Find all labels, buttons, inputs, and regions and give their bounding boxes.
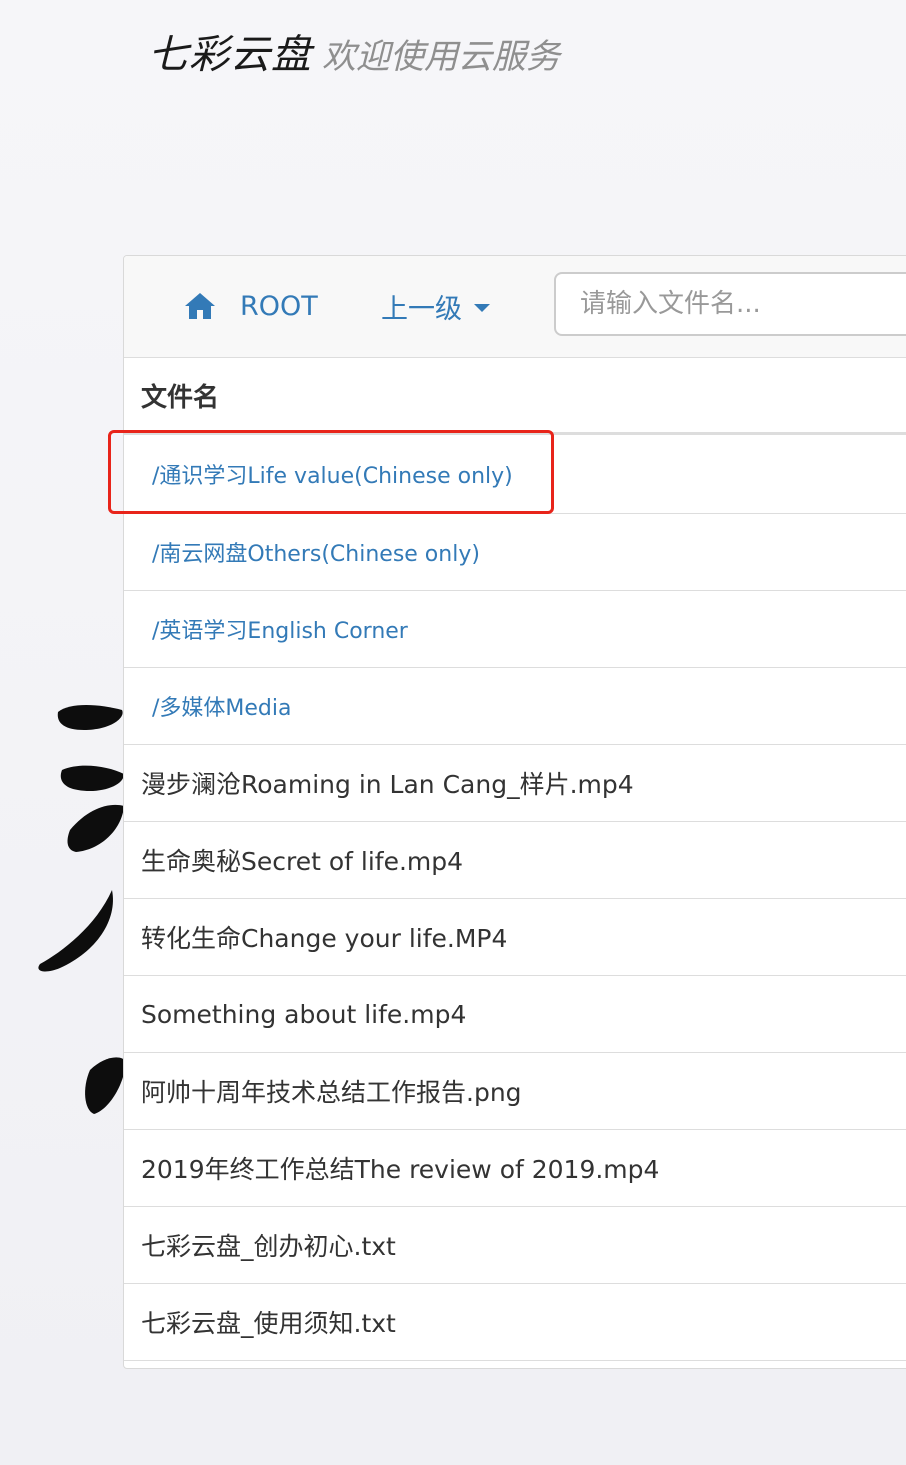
file-row[interactable]: 漫步澜沧Roaming in Lan Cang_样片.mp4	[124, 745, 906, 822]
site-header: 七彩云盘 欢迎使用云服务	[148, 22, 560, 80]
file-row[interactable]: 2019年终工作总结The review of 2019.mp4	[124, 1130, 906, 1207]
chevron-down-icon	[474, 304, 490, 312]
parent-folder-label: 上一级	[381, 293, 462, 325]
brand-tagline: 欢迎使用云服务	[322, 37, 560, 77]
folder-row[interactable]: /多媒体Media	[124, 668, 906, 745]
folder-row[interactable]: /通识学习Life value(Chinese only)	[124, 435, 906, 514]
home-icon	[185, 293, 215, 319]
root-button[interactable]: ROOT	[184, 286, 318, 326]
file-row[interactable]: 生命奥秘Secret of life.mp4	[124, 822, 906, 899]
root-label: ROOT	[240, 290, 318, 322]
file-row[interactable]: Something about life.mp4	[124, 976, 906, 1053]
folder-row[interactable]: /英语学习English Corner	[124, 591, 906, 668]
file-row[interactable]: 七彩云盘_创办初心.txt	[124, 1207, 906, 1284]
file-row[interactable]: 七彩云盘_使用须知.txt	[124, 1284, 906, 1361]
toolbar: ROOT 上一级	[124, 256, 906, 358]
column-header-filename: 文件名	[124, 358, 906, 435]
file-browser-panel: ROOT 上一级 文件名 /通识学习Life value(Chinese onl…	[123, 255, 906, 1369]
file-row[interactable]: 阿帅十周年技术总结工作报告.png	[124, 1053, 906, 1130]
folder-row[interactable]: /南云网盘Others(Chinese only)	[124, 514, 906, 591]
file-row[interactable]: 转化生命Change your life.MP4	[124, 899, 906, 976]
search-input[interactable]	[554, 272, 906, 336]
parent-folder-dropdown[interactable]: 上一级	[381, 286, 490, 326]
calligraphy-background-decoration	[38, 705, 126, 1114]
page: 七彩云盘欢迎使用云服务 ROOT 上一级 文件名 /通识学习Life value…	[0, 0, 906, 1465]
brand-title: 七彩云盘	[148, 32, 312, 78]
